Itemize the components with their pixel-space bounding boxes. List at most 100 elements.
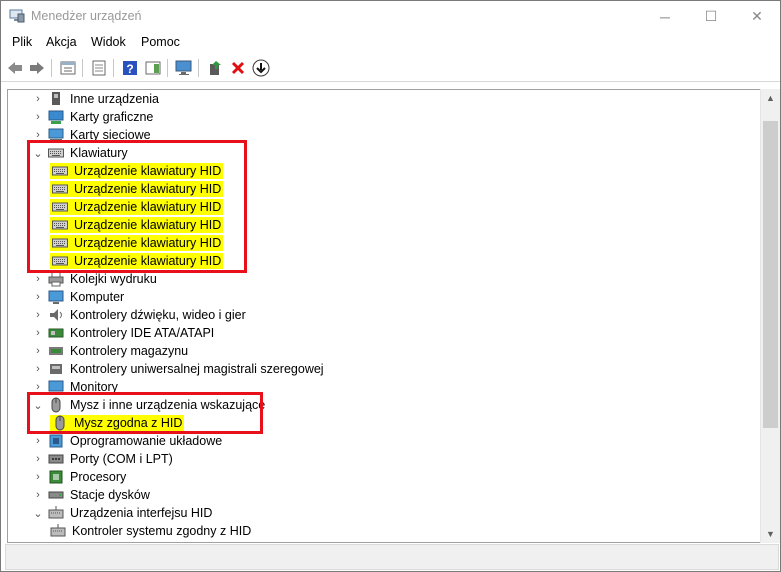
expand-chevron-icon[interactable]: › — [32, 360, 44, 378]
tree-item-label: Stacje dysków — [70, 488, 150, 502]
tree-item-label: Komputer — [70, 290, 125, 304]
tree-category-item[interactable]: › Stacje dysków — [32, 486, 152, 504]
menu-plik[interactable]: Plik — [12, 35, 32, 49]
device-manager-icon — [9, 9, 25, 23]
expand-chevron-icon[interactable]: › — [32, 108, 44, 126]
toolbar-separator — [113, 59, 114, 77]
speaker-icon — [50, 309, 62, 321]
tree-item-label: Oprogramowanie układowe — [70, 434, 223, 448]
tree-category-item[interactable]: › Inne urządzenia — [32, 90, 161, 108]
maximize-button[interactable]: ☐ — [688, 1, 734, 32]
tree-category-item[interactable]: › Kontrolery magazynu — [32, 342, 190, 360]
forward-arrow-icon — [30, 62, 44, 74]
show-hide-tree-button[interactable] — [58, 58, 78, 78]
tree-item-label: Karty graficzne — [70, 110, 154, 124]
scan-hardware-icon — [252, 59, 270, 77]
collapse-chevron-icon[interactable]: ⌄ — [32, 504, 44, 522]
ide-controller-icon — [48, 328, 64, 338]
update-driver-button[interactable] — [205, 58, 225, 78]
unknown-device-icon — [52, 92, 60, 105]
tree-category-item[interactable]: › Kontrolery uniwersalnej magistrali szer… — [32, 360, 326, 378]
tree-category-item[interactable]: › Kontrolery dźwięku, wideo i gier — [32, 306, 248, 324]
toolbar-separator — [167, 59, 168, 77]
tree-item-label: Inne urządzenia — [70, 92, 159, 106]
tree-item-label: Kontroler systemu zgodny z HID — [72, 524, 252, 538]
tree-category-item[interactable]: › Porty (COM i LPT) — [32, 450, 175, 468]
menu-akcja[interactable]: Akcja — [46, 35, 77, 49]
action-pane-icon — [145, 61, 161, 75]
annotation-box-keyboards — [27, 140, 247, 273]
tree-category-item[interactable]: › Karty graficzne — [32, 108, 155, 126]
help-icon: ? — [123, 61, 137, 76]
storage-controller-icon — [49, 347, 63, 355]
annotation-box-mice — [27, 392, 263, 434]
usb-icon — [50, 364, 62, 374]
scrollbar-thumb[interactable] — [763, 121, 778, 428]
tree-item-label: Kontrolery uniwersalnej magistrali szere… — [70, 362, 324, 376]
tree-device-item[interactable]: Kontroler systemu zgodny z HID — [50, 522, 253, 540]
status-bar — [5, 544, 779, 570]
computer-monitor-icon — [175, 60, 192, 75]
printer-icon — [48, 271, 64, 287]
properties-button[interactable] — [89, 58, 109, 78]
expand-chevron-icon[interactable]: › — [32, 324, 44, 342]
tree-category-item[interactable]: › Oprogramowanie układowe — [32, 432, 224, 450]
show-hide-tree-icon — [60, 61, 76, 75]
forward-button[interactable] — [27, 58, 47, 78]
computer-monitor-button[interactable] — [174, 58, 194, 78]
window-title: Menedżer urządzeń — [31, 9, 142, 23]
tree-item-label: Porty (COM i LPT) — [70, 452, 173, 466]
menu-widok[interactable]: Widok — [91, 35, 126, 49]
toolbar-separator — [51, 59, 52, 77]
tree-category-item[interactable]: › Komputer — [32, 288, 126, 306]
processor-icon — [49, 470, 63, 484]
properties-icon — [92, 60, 106, 76]
scan-hardware-button[interactable] — [251, 58, 271, 78]
help-button[interactable]: ? — [120, 58, 140, 78]
vertical-scrollbar[interactable]: ▲ ▼ — [760, 89, 780, 543]
uninstall-device-icon — [231, 61, 245, 75]
expand-chevron-icon[interactable]: › — [32, 486, 44, 504]
tree-category-item[interactable]: ⌄ Urządzenia interfejsu HID — [32, 504, 214, 522]
expand-chevron-icon[interactable]: › — [32, 306, 44, 324]
hid-icon — [48, 506, 64, 519]
uninstall-device-button[interactable] — [228, 58, 248, 78]
computer-icon — [48, 290, 64, 304]
hid-icon — [50, 524, 66, 537]
title-bar: Menedżer urządzeń ─ ☐ ✕ — [1, 1, 780, 32]
tree-item-label: Kontrolery magazynu — [70, 344, 189, 358]
tree-category-item[interactable]: › Kontrolery IDE ATA/ATAPI — [32, 324, 216, 342]
tree-item-label: Procesory — [70, 470, 127, 484]
minimize-icon: ─ — [660, 8, 670, 25]
tree-category-item[interactable]: › Procesory — [32, 468, 128, 486]
toolbar: ? — [1, 54, 780, 82]
close-icon: ✕ — [751, 8, 763, 24]
tree-item-label: Kontrolery IDE ATA/ATAPI — [70, 326, 215, 340]
port-icon — [48, 454, 64, 464]
expand-chevron-icon[interactable]: › — [32, 432, 44, 450]
toolbar-separator — [198, 59, 199, 77]
update-driver-icon — [210, 61, 221, 75]
scroll-down-arrow[interactable]: ▼ — [761, 525, 780, 542]
expand-chevron-icon[interactable]: › — [32, 468, 44, 486]
expand-chevron-icon[interactable]: › — [32, 450, 44, 468]
device-manager-window: Menedżer urządzeń ─ ☐ ✕ Plik Akcja Widok… — [0, 0, 781, 572]
tree-item-label: Kolejki wydruku — [70, 272, 157, 286]
scroll-up-arrow[interactable]: ▲ — [761, 89, 780, 106]
firmware-icon — [49, 434, 63, 448]
disk-drive-icon — [48, 491, 64, 499]
toolbar-separator — [82, 59, 83, 77]
maximize-icon: ☐ — [704, 8, 718, 24]
tree-item-label: Urządzenia interfejsu HID — [70, 506, 213, 520]
display-adapter-icon — [48, 110, 64, 124]
back-button[interactable] — [5, 58, 25, 78]
menu-pomoc[interactable]: Pomoc — [141, 35, 180, 49]
expand-chevron-icon[interactable]: › — [32, 342, 44, 360]
action-pane-button[interactable] — [143, 58, 163, 78]
svg-text:?: ? — [126, 62, 133, 76]
minimize-button[interactable]: ─ — [642, 1, 688, 32]
expand-chevron-icon[interactable]: › — [32, 90, 44, 108]
tree-item-label: Kontrolery dźwięku, wideo i gier — [70, 308, 246, 322]
expand-chevron-icon[interactable]: › — [32, 288, 44, 306]
close-button[interactable]: ✕ — [734, 1, 780, 32]
